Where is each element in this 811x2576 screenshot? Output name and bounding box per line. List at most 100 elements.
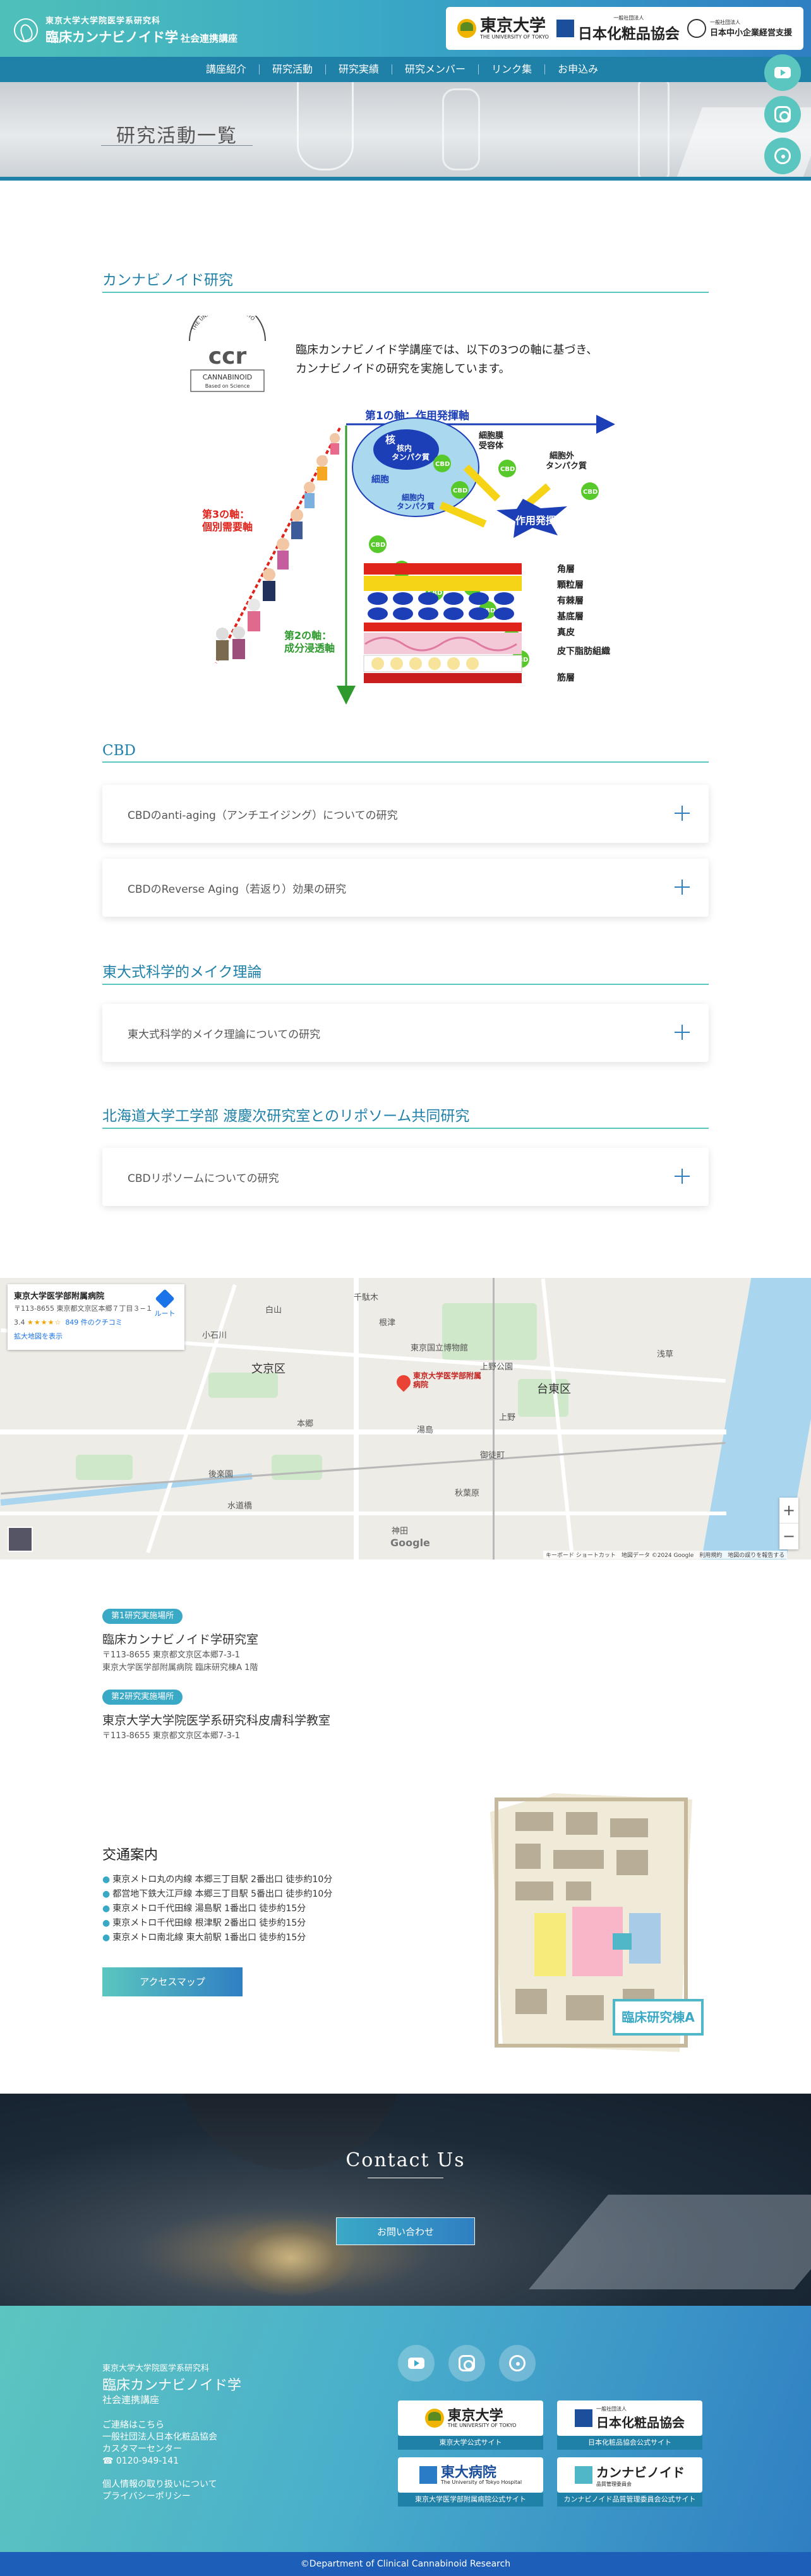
footer-banner-cannabinoid[interactable]: カンナビノイド 品質管理委員会 カンナビノイド品質管理委員会公式サイト <box>557 2457 702 2507</box>
svg-text:成分浸透軸: 成分浸透軸 <box>284 642 335 654</box>
location-name: 臨床カンナビノイド学研究室 <box>102 1633 259 1647</box>
customer-center-label: カスタマーセンター <box>102 2444 182 2454</box>
research-axes-diagram: 第1の軸：作用発揮軸 第2の軸： 成分浸透軸 第3の軸： 個別需要軸 核 核内 … <box>201 409 615 705</box>
plus-icon <box>675 806 690 821</box>
map-attribution[interactable]: キーボード ショートカット 地図データ ©2024 Google 利用規約 地図… <box>543 1551 788 1559</box>
google-logo: Google <box>390 1537 430 1549</box>
accordion-item[interactable]: CBDのReverse Aging（若返り）効果の研究 <box>102 859 709 917</box>
youtube-icon[interactable] <box>398 2345 435 2382</box>
contact-title: Contact Us <box>0 2149 811 2178</box>
nav-about[interactable]: 講座紹介 <box>193 64 260 75</box>
ccr-badge-logo: THE UNIVERSITY OF TOKYO ccr CANNABINOID … <box>189 316 266 392</box>
svg-text:タンパク質: タンパク質 <box>397 501 435 511</box>
svg-text:CBD: CBD <box>435 461 450 468</box>
map-place-card: 東京大学医学部附属病院 〒113-8655 東京都文京区本郷７丁目３−１ 3.4… <box>8 1284 184 1350</box>
enlarge-map-link[interactable]: 拡大地図を表示 <box>14 1331 178 1341</box>
campus-building-label: 臨床研究棟A <box>622 2010 695 2025</box>
list-item: 東京メトロ千代田線 湯島駅 1番出口 徒歩約15分 <box>102 1902 332 1916</box>
section-title-cannabinoid: カンナビノイド研究 <box>102 268 709 293</box>
svg-text:皮下脂肪組織: 皮下脂肪組織 <box>556 646 610 657</box>
map-layer-toggle[interactable] <box>8 1527 33 1552</box>
page-title: 研究活動一覧 <box>101 120 253 148</box>
footer-link-personal-info[interactable]: 個人情報の取り扱いについて <box>102 2479 217 2491</box>
list-item: 都営地下鉄大江戸線 本郷三丁目駅 5番出口 徒歩約10分 <box>102 1887 332 1902</box>
nav-research[interactable]: 研究活動 <box>260 64 327 75</box>
accordion-item[interactable]: CBDのanti-aging（アンチエイジング）についての研究 <box>102 785 709 843</box>
svg-text:個別需要軸: 個別需要軸 <box>201 521 253 533</box>
google-map[interactable]: 文京区 台東区 東京国立博物館 上野公園 湯島 本郷 後楽園 根津 千駄木 上野… <box>0 1278 811 1559</box>
contact-banner: Contact Us お問い合わせ <box>0 2094 811 2306</box>
nav-achievements[interactable]: 研究実績 <box>326 64 393 75</box>
svg-text:核内: 核内 <box>397 443 412 453</box>
cosmetics-association-icon <box>556 20 574 37</box>
sme-association-icon <box>687 19 706 38</box>
list-item: 東京メトロ千代田線 根津駅 2番出口 徒歩約15分 <box>102 1916 332 1931</box>
ginkgo-icon <box>457 19 477 38</box>
location-name: 東京大学大学院医学系研究科皮膚科学教室 <box>102 1714 331 1727</box>
location-address: 〒113-8655 東京都文京区本郷7-3-1 <box>102 1731 240 1741</box>
nav-apply[interactable]: お申込み <box>545 64 611 75</box>
nav-links[interactable]: リンク集 <box>479 64 546 75</box>
accordion-item[interactable]: CBDリポソームについての研究 <box>102 1148 709 1206</box>
partner-sme-logo[interactable]: 一般社団法人 日本中小企業経営支援 <box>687 19 792 38</box>
footer-banner-cosmetics[interactable]: 一般社団法人 日本化粧品協会 日本化粧品協会公式サイト <box>557 2400 702 2450</box>
plus-icon <box>675 1169 690 1184</box>
access-title: 交通案内 <box>102 1847 159 1863</box>
location-tag: 第1研究実施場所 <box>102 1609 183 1624</box>
nav-members[interactable]: 研究メンバー <box>392 64 479 75</box>
svg-text:CANNABINOID: CANNABINOID <box>203 373 253 381</box>
campus-map[interactable]: 臨床研究棟A <box>478 1787 707 2058</box>
accordion-item[interactable]: 東大式科学的メイク理論についての研究 <box>102 1004 709 1062</box>
route-button[interactable]: ルート <box>154 1289 176 1318</box>
phone-number[interactable]: ☎ 0120-949-141 <box>102 2455 217 2467</box>
access-map-button[interactable]: アクセスマップ <box>102 1967 243 1996</box>
svg-text:CBD: CBD <box>500 466 515 473</box>
footer-org-main: 臨床カンナビノイド学 <box>102 2378 242 2394</box>
svg-text:細胞外: 細胞外 <box>550 451 574 461</box>
footer-org-sub: 東京大学大学院医学系研究科 <box>102 2364 210 2373</box>
svg-text:CBD: CBD <box>453 487 467 494</box>
leaf-logo-icon <box>14 18 38 42</box>
site-logo[interactable]: 東京大学大学院医学系研究科 臨床カンナビノイド学 社会連携講座 <box>14 14 237 46</box>
contact-button[interactable]: お問い合わせ <box>336 2217 475 2245</box>
instagram-icon[interactable] <box>764 96 801 133</box>
location-address: 〒113-8655 東京都文京区本郷7-3-1 <box>102 1650 240 1660</box>
zoom-in-button[interactable]: + <box>779 1498 798 1524</box>
footer-org-main2: 社会連携講座 <box>102 2394 160 2406</box>
partner-cosmetics-logo[interactable]: 一般社団法人 日本化粧品協会 <box>556 15 680 43</box>
svg-text:THE UNIVERSITY OF TOKYO: THE UNIVERSITY OF TOKYO <box>190 316 256 332</box>
org-subtitle: 東京大学大学院医学系研究科 <box>45 16 161 26</box>
footer-link-association[interactable]: 一般社団法人日本化粧品協会 <box>102 2431 217 2443</box>
reviews-link[interactable]: 849 件のクチコミ <box>65 1318 123 1327</box>
contact-label: ご連絡はこちら <box>102 2420 164 2430</box>
section-title-cbd: CBD <box>102 742 709 763</box>
svg-text:受容体: 受容体 <box>479 441 504 451</box>
podcast-icon[interactable] <box>764 138 801 174</box>
svg-text:第2の軸：: 第2の軸： <box>284 629 332 641</box>
research-intro: 臨床カンナビノイド学講座では、以下の3つの軸に基づき、 カンナビノイドの研究を実… <box>296 343 598 376</box>
svg-text:有棘層: 有棘層 <box>557 595 584 606</box>
zoom-out-button[interactable]: − <box>779 1524 798 1549</box>
footer-banner-hospital[interactable]: 東大病院 The University of Tokyo Hospital 東京大… <box>398 2457 543 2507</box>
svg-text:筋層: 筋層 <box>557 672 575 683</box>
svg-text:顆粒層: 顆粒層 <box>557 580 584 590</box>
svg-text:作用発揮: 作用発揮 <box>515 515 556 527</box>
footer-link-privacy[interactable]: プライバシーポリシー <box>102 2491 217 2503</box>
svg-text:細胞: 細胞 <box>371 474 389 485</box>
section-title-hokkaido: 北海道大学工学部 渡慶次研究室とのリポソーム共同研究 <box>102 1104 709 1129</box>
svg-text:細胞膜: 細胞膜 <box>479 431 503 441</box>
directions-icon <box>155 1289 175 1309</box>
plus-icon <box>675 880 690 895</box>
partner-logos: 東京大学 THE UNIVERSITY OF TOKYO 一般社団法人 日本化粧品協… <box>446 7 803 50</box>
podcast-icon[interactable] <box>499 2345 536 2382</box>
youtube-icon[interactable] <box>764 54 801 91</box>
plus-icon <box>675 1025 690 1040</box>
partner-utokyo-logo[interactable]: 東京大学 THE UNIVERSITY OF TOKYO <box>457 18 549 40</box>
svg-text:CBD: CBD <box>371 542 385 549</box>
svg-text:CBD: CBD <box>583 489 598 496</box>
svg-text:第3の軸：: 第3の軸： <box>202 508 249 520</box>
copyright: ©Department of Clinical Cannabinoid Rese… <box>0 2552 811 2576</box>
footer-banner-utokyo[interactable]: 東京大学 THE UNIVERSITY OF TOKYO 東京大学公式サイト <box>398 2400 543 2450</box>
instagram-icon[interactable] <box>448 2345 485 2382</box>
svg-text:ccr: ccr <box>208 343 247 369</box>
